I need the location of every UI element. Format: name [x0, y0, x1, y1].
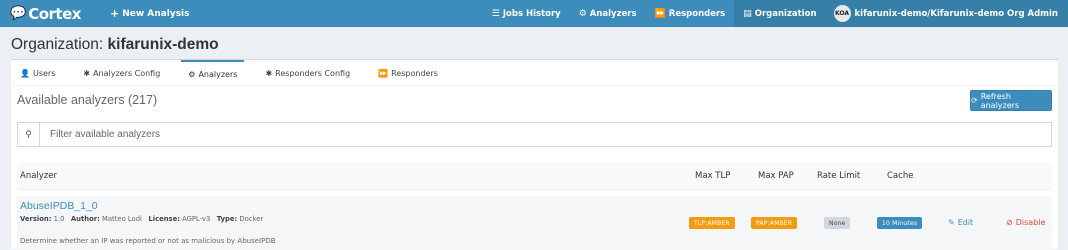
version-value: 1.0 — [53, 215, 65, 223]
type-label: Type: — [216, 215, 238, 223]
org-tabs: 👤 Users ✱ Analyzers Config ⚙ Analyzers ✱… — [11, 60, 1058, 86]
nav-organization-label: Organization — [754, 8, 817, 19]
tlp-badge: TLP:AMBER — [689, 217, 735, 229]
version-label: Version: — [20, 215, 52, 223]
header-max-tlp: Max TLP — [695, 171, 731, 181]
page-title-org: kifarunix-demo — [107, 36, 219, 53]
cogs-icon: ⚙ — [188, 69, 196, 79]
cogs-icon: ⚙ — [578, 8, 587, 19]
refresh-analyzers-label: Refresh analyzers — [980, 91, 1020, 110]
user-icon: 👤 — [20, 68, 30, 78]
nav-responders-label: Responders — [668, 8, 726, 19]
table-row: AbuseIPDB_1_0 Version: 1.0 Author: Matte… — [17, 196, 1052, 250]
rate-limit-badge: None — [824, 217, 851, 229]
cog-icon: ✱ — [83, 68, 91, 78]
tab-analyzers-config[interactable]: ✱ Analyzers Config — [76, 60, 167, 86]
filter-analyzers-input[interactable] — [40, 123, 1051, 146]
header-rate-limit: Rate Limit — [817, 171, 861, 181]
ban-icon: ⊘ — [1006, 218, 1013, 227]
tasks-icon: ☰ — [491, 8, 500, 19]
tab-responders-label: Responders — [391, 68, 438, 78]
page-title: Organization: kifarunix-demo — [11, 36, 219, 54]
tab-responders-config[interactable]: ✱ Responders Config — [258, 60, 357, 86]
nav-analyzers[interactable]: ⚙ Analyzers — [570, 0, 646, 27]
user-label: kifarunix-demo/Kifarunix-demo Org Admin — [854, 8, 1058, 19]
section-title: Available analyzers (217) — [17, 93, 158, 107]
cog-icon: ✱ — [265, 68, 273, 78]
header-cache: Cache — [887, 171, 914, 181]
nav-jobs-history-label: Jobs History — [502, 8, 561, 19]
analyzer-description: Determine whether an IP was reported or … — [20, 237, 276, 245]
license-value: AGPL-v3 — [182, 215, 211, 223]
new-analysis-label: New Analysis — [122, 8, 190, 19]
new-analysis-button[interactable]: + New Analysis — [110, 7, 190, 20]
type-value: Docker — [239, 215, 264, 223]
refresh-icon: ⟳ — [971, 96, 978, 105]
tab-users[interactable]: 👤 Users — [13, 60, 62, 86]
fast-forward-icon: ⏩ — [654, 8, 666, 19]
fast-forward-icon: ⏩ — [378, 68, 389, 78]
analyzer-meta: Version: 1.0 Author: Matteo Lodi License… — [20, 215, 263, 223]
author-value: Matteo Lodi — [102, 215, 142, 223]
nav-analyzers-label: Analyzers — [589, 8, 637, 19]
tab-responders-config-label: Responders Config — [275, 68, 351, 78]
header-max-pap: Max PAP — [758, 171, 794, 181]
chat-bubble-icon: 💬 — [10, 6, 27, 21]
analyzer-name-link[interactable]: AbuseIPDB_1_0 — [20, 200, 98, 212]
tab-analyzers[interactable]: ⚙ Analyzers — [181, 60, 245, 86]
disable-button[interactable]: ⊘ Disable — [1006, 218, 1045, 227]
refresh-analyzers-button[interactable]: ⟳ Refresh analyzers — [970, 90, 1052, 111]
nav-responders[interactable]: ⏩ Responders — [646, 0, 735, 27]
pap-badge: PAP:AMBER — [751, 217, 798, 229]
tab-analyzers-label: Analyzers — [198, 69, 238, 79]
page-title-prefix: Organization: — [11, 36, 104, 53]
author-label: Author: — [70, 215, 100, 223]
tab-analyzers-config-label: Analyzers Config — [93, 68, 161, 78]
search-icon: ⚲ — [18, 123, 40, 146]
nav-jobs-history[interactable]: ☰ Jobs History — [483, 0, 570, 27]
filter-search-box: ⚲ — [17, 122, 1052, 147]
user-menu[interactable]: KOA kifarunix-demo/Kifarunix-demo Org Ad… — [825, 0, 1068, 27]
edit-button[interactable]: ✎ Edit — [948, 218, 973, 227]
nav-organization[interactable]: ▤ Organization — [734, 0, 826, 27]
disable-label: Disable — [1015, 218, 1046, 227]
file-icon: ▤ — [743, 8, 752, 19]
top-navbar: 💬 Cortex + New Analysis ☰ Jobs History ⚙… — [0, 0, 1068, 27]
tab-responders[interactable]: ⏩ Responders — [371, 60, 445, 86]
logo-text: Cortex — [28, 4, 81, 23]
organization-panel: 👤 Users ✱ Analyzers Config ⚙ Analyzers ✱… — [11, 59, 1058, 250]
plus-icon: + — [110, 7, 120, 20]
tab-users-label: Users — [32, 68, 56, 78]
header-analyzer: Analyzer — [20, 171, 57, 181]
table-header: Analyzer Max TLP Max PAP Rate Limit Cach… — [17, 162, 1052, 190]
edit-label: Edit — [957, 218, 974, 227]
cache-badge: 10 Minutes — [877, 217, 923, 229]
license-label: License: — [148, 215, 180, 223]
avatar: KOA — [833, 5, 851, 22]
cortex-logo[interactable]: 💬 Cortex — [0, 0, 110, 27]
edit-icon: ✎ — [948, 218, 955, 227]
